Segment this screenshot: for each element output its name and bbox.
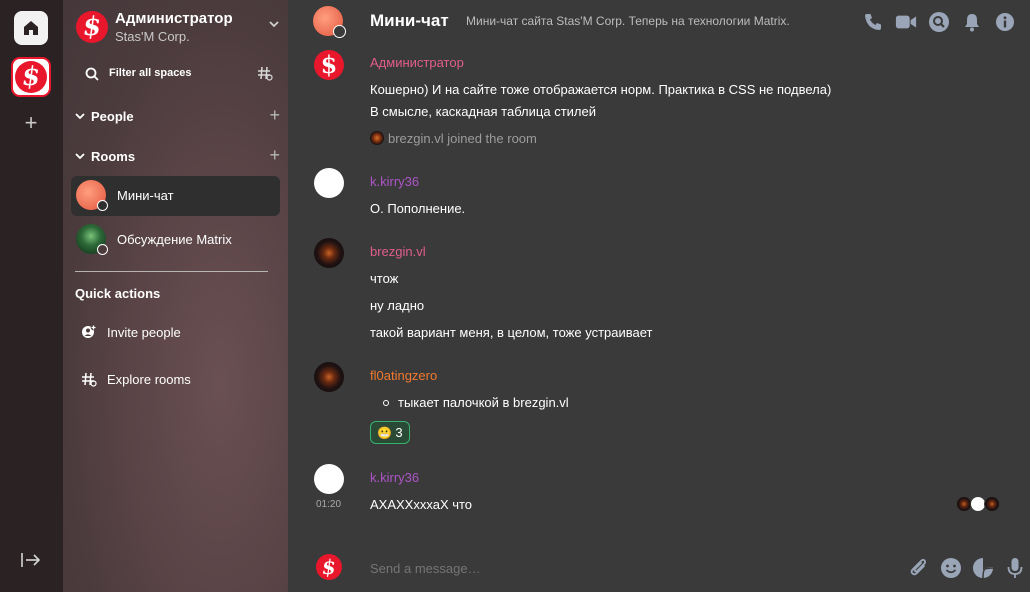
avatar[interactable] [314,362,344,392]
section-rooms-label: Rooms [91,149,136,164]
microphone-icon [1007,557,1022,578]
message-timestamp: 01:20 [316,499,342,510]
message-body: Кошерно) И на сайте тоже отображается но… [370,82,832,97]
expand-arrow-icon [21,553,41,567]
space-stasm-button[interactable]: $ [11,57,51,97]
message-body: В смысле, каскадная таблица стилей [370,104,596,119]
read-receipts[interactable] [956,496,1002,512]
user-menu-button[interactable]: $ Администратор Stas'M Corp. [76,9,281,49]
public-room-badge-icon [333,25,346,38]
bell-icon [965,14,979,32]
voice-call-button[interactable] [862,11,884,33]
message-body: чтож [370,271,399,286]
message-sender[interactable]: k.kirry36 [370,470,419,485]
home-icon [24,21,38,35]
explore-rooms-button[interactable]: Explore rooms [81,369,271,391]
quick-actions-title: Quick actions [75,286,161,301]
message-sender[interactable]: fl0atingzero [370,368,437,383]
message-sender[interactable]: brezgin.vl [370,244,426,259]
search-icon [85,67,99,81]
room-item-matrix[interactable]: Обсуждение Matrix [71,220,280,260]
invite-people-label: Invite people [107,325,181,340]
public-room-badge-icon [97,200,108,211]
room-info-button[interactable] [994,11,1016,33]
divider [75,271,268,272]
read-receipt-avatar [984,496,1000,512]
add-space-button[interactable]: + [22,112,40,134]
header-actions [862,11,1016,33]
paperclip-icon [910,558,926,575]
video-icon [895,15,917,29]
filter-label: Filter all spaces [109,67,192,79]
reaction-button[interactable]: 😬 3 [370,421,410,444]
add-room-plus-icon[interactable]: + [269,146,280,164]
avatar[interactable] [314,238,344,268]
room-name: Обсуждение Matrix [117,232,232,247]
message-body: такой вариант меня, в целом, тоже устраи… [370,325,653,340]
sticker-icon [972,557,993,578]
emoji-button[interactable] [939,556,962,579]
avatar: $ [316,554,342,580]
chevron-down-icon [269,21,279,28]
invite-people-button[interactable]: Invite people [81,322,271,344]
avatar [370,131,384,145]
event-text: brezgin.vl joined the room [388,131,537,146]
room-header: Мини-чат Мини-чат сайта Stas'M Corp. Теп… [288,0,1030,44]
room-avatar[interactable] [313,6,346,38]
composer-tools [907,556,1026,579]
phone-icon [865,14,881,30]
message-composer: $ [288,544,1030,592]
expand-sidebar-button[interactable] [20,551,44,571]
explore-hash-icon[interactable] [257,65,273,81]
video-call-button[interactable] [895,11,917,33]
room-list-panel: $ Администратор Stas'M Corp. Filter all … [63,0,288,592]
voice-message-button[interactable] [1003,556,1026,579]
user-name: Администратор [115,10,233,27]
chevron-down-icon [75,153,85,160]
message-body: О. Пополнение. [370,201,466,216]
section-people[interactable]: People + [75,106,280,128]
message-input[interactable] [370,558,890,578]
room-topic[interactable]: Мини-чат сайта Stas'M Corp. Теперь на те… [466,14,790,28]
emoji-icon [940,557,961,578]
public-room-badge-icon [97,244,108,255]
avatar[interactable] [314,464,344,494]
plus-icon: + [24,110,38,135]
user-org: Stas'M Corp. [115,29,190,44]
grimace-emoji-icon: 😬 [377,425,393,440]
message-body: ну ладно [370,298,425,313]
avatar[interactable] [314,168,344,198]
add-people-plus-icon[interactable]: + [269,106,280,124]
section-people-label: People [91,109,134,124]
stasm-logo-icon: $ [15,61,47,93]
info-icon [996,13,1014,31]
avatar[interactable]: $ [314,50,344,80]
filter-spaces-button[interactable]: Filter all spaces [83,64,273,84]
space-bar: $ + [0,0,63,592]
explore-hash-icon [82,372,97,387]
attach-button[interactable] [907,556,930,579]
sticker-button[interactable] [971,556,994,579]
explore-rooms-label: Explore rooms [107,372,191,387]
chevron-down-icon [75,113,85,120]
stasm-logo-icon: $ [76,11,108,43]
membership-event: brezgin.vl joined the room [370,131,537,146]
bullet-icon [383,400,389,407]
emote-message: тыкает палочкой в brezgin.vl [370,395,569,410]
reaction-count: 3 [395,425,403,440]
message-body: АХАХХхххаХ что [370,497,473,512]
section-rooms[interactable]: Rooms + [75,146,280,168]
room-item-mini-chat[interactable]: Мини-чат [71,176,280,216]
room-title[interactable]: Мини-чат [370,11,449,31]
room-view: Мини-чат Мини-чат сайта Stas'M Corp. Теп… [288,0,1030,592]
search-room-button[interactable] [928,11,950,33]
room-name: Мини-чат [117,188,174,203]
message-body: тыкает палочкой в brezgin.vl [398,395,569,410]
message-sender[interactable]: k.kirry36 [370,174,419,189]
search-icon [929,12,949,32]
home-button[interactable] [14,11,48,45]
invite-person-icon [82,324,97,338]
message-sender[interactable]: Администратор [370,55,464,70]
notifications-button[interactable] [961,11,983,33]
